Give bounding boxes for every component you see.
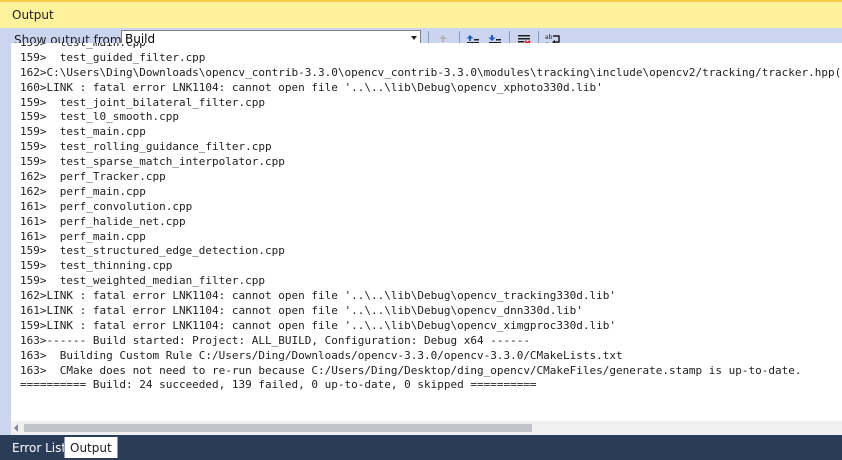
svg-text:ab: ab: [545, 34, 553, 41]
output-line: 162> perf_main.cpp: [20, 184, 146, 198]
output-line: 159> test_rolling_guidance_filter.cpp: [20, 140, 272, 154]
output-window-title-bar[interactable]: Output: [0, 0, 842, 28]
output-text-pane[interactable]: 159> test_main.cpp159> test_guided_filte…: [11, 43, 842, 421]
output-left-margin: [0, 43, 11, 435]
tab-output[interactable]: Output: [64, 437, 118, 458]
horizontal-scrollbar[interactable]: [11, 421, 842, 435]
output-line: 159> test_guided_filter.cpp: [20, 50, 206, 64]
output-line: 161> perf_convolution.cpp: [20, 199, 193, 213]
output-line: 159>LINK : fatal error LNK1104: cannot o…: [20, 318, 617, 332]
output-line: 161> perf_main.cpp: [20, 229, 146, 243]
tab-error-list[interactable]: Error List: [7, 437, 71, 458]
output-line: 159> test_weighted_median_filter.cpp: [20, 274, 266, 288]
output-line: 160>LINK : fatal error LNK1104: cannot o…: [20, 80, 603, 94]
output-line: 161> perf_halide_net.cpp: [20, 214, 186, 228]
output-line: 161>LINK : fatal error LNK1104: cannot o…: [20, 304, 583, 318]
output-line: 159> test_l0_smooth.cpp: [20, 110, 179, 124]
output-line: 159> test_main.cpp: [20, 125, 146, 139]
output-line: 163>------ Build started: Project: ALL_B…: [20, 333, 530, 347]
output-line: ========== Build: 24 succeeded, 139 fail…: [20, 378, 537, 392]
bottom-tab-strip: Error List Output: [0, 435, 842, 460]
output-line: 162>C:\Users\Ding\Downloads\opencv_contr…: [20, 65, 842, 79]
output-lines: 159> test_main.cpp159> test_guided_filte…: [20, 43, 842, 393]
horizontal-scroll-thumb[interactable]: [24, 424, 532, 432]
output-line: 159> test_thinning.cpp: [20, 259, 173, 273]
scroll-left-icon[interactable]: [14, 424, 18, 432]
output-line: 163> Building Custom Rule C:/Users/Ding/…: [20, 348, 623, 362]
output-line: 159> test_structured_edge_detection.cpp: [20, 244, 285, 258]
output-line: 162> perf_Tracker.cpp: [20, 170, 166, 184]
output-line: 162>LINK : fatal error LNK1104: cannot o…: [20, 289, 617, 303]
output-line: 159> test_sparse_match_interpolator.cpp: [20, 155, 285, 169]
output-line: 163> CMake does not need to re-run becau…: [20, 363, 802, 377]
window-title: Output: [12, 8, 54, 22]
output-line: 159> test_main.cpp: [20, 43, 842, 51]
chevron-down-icon: [411, 36, 417, 40]
output-line: 159> test_joint_bilateral_filter.cpp: [20, 95, 266, 109]
